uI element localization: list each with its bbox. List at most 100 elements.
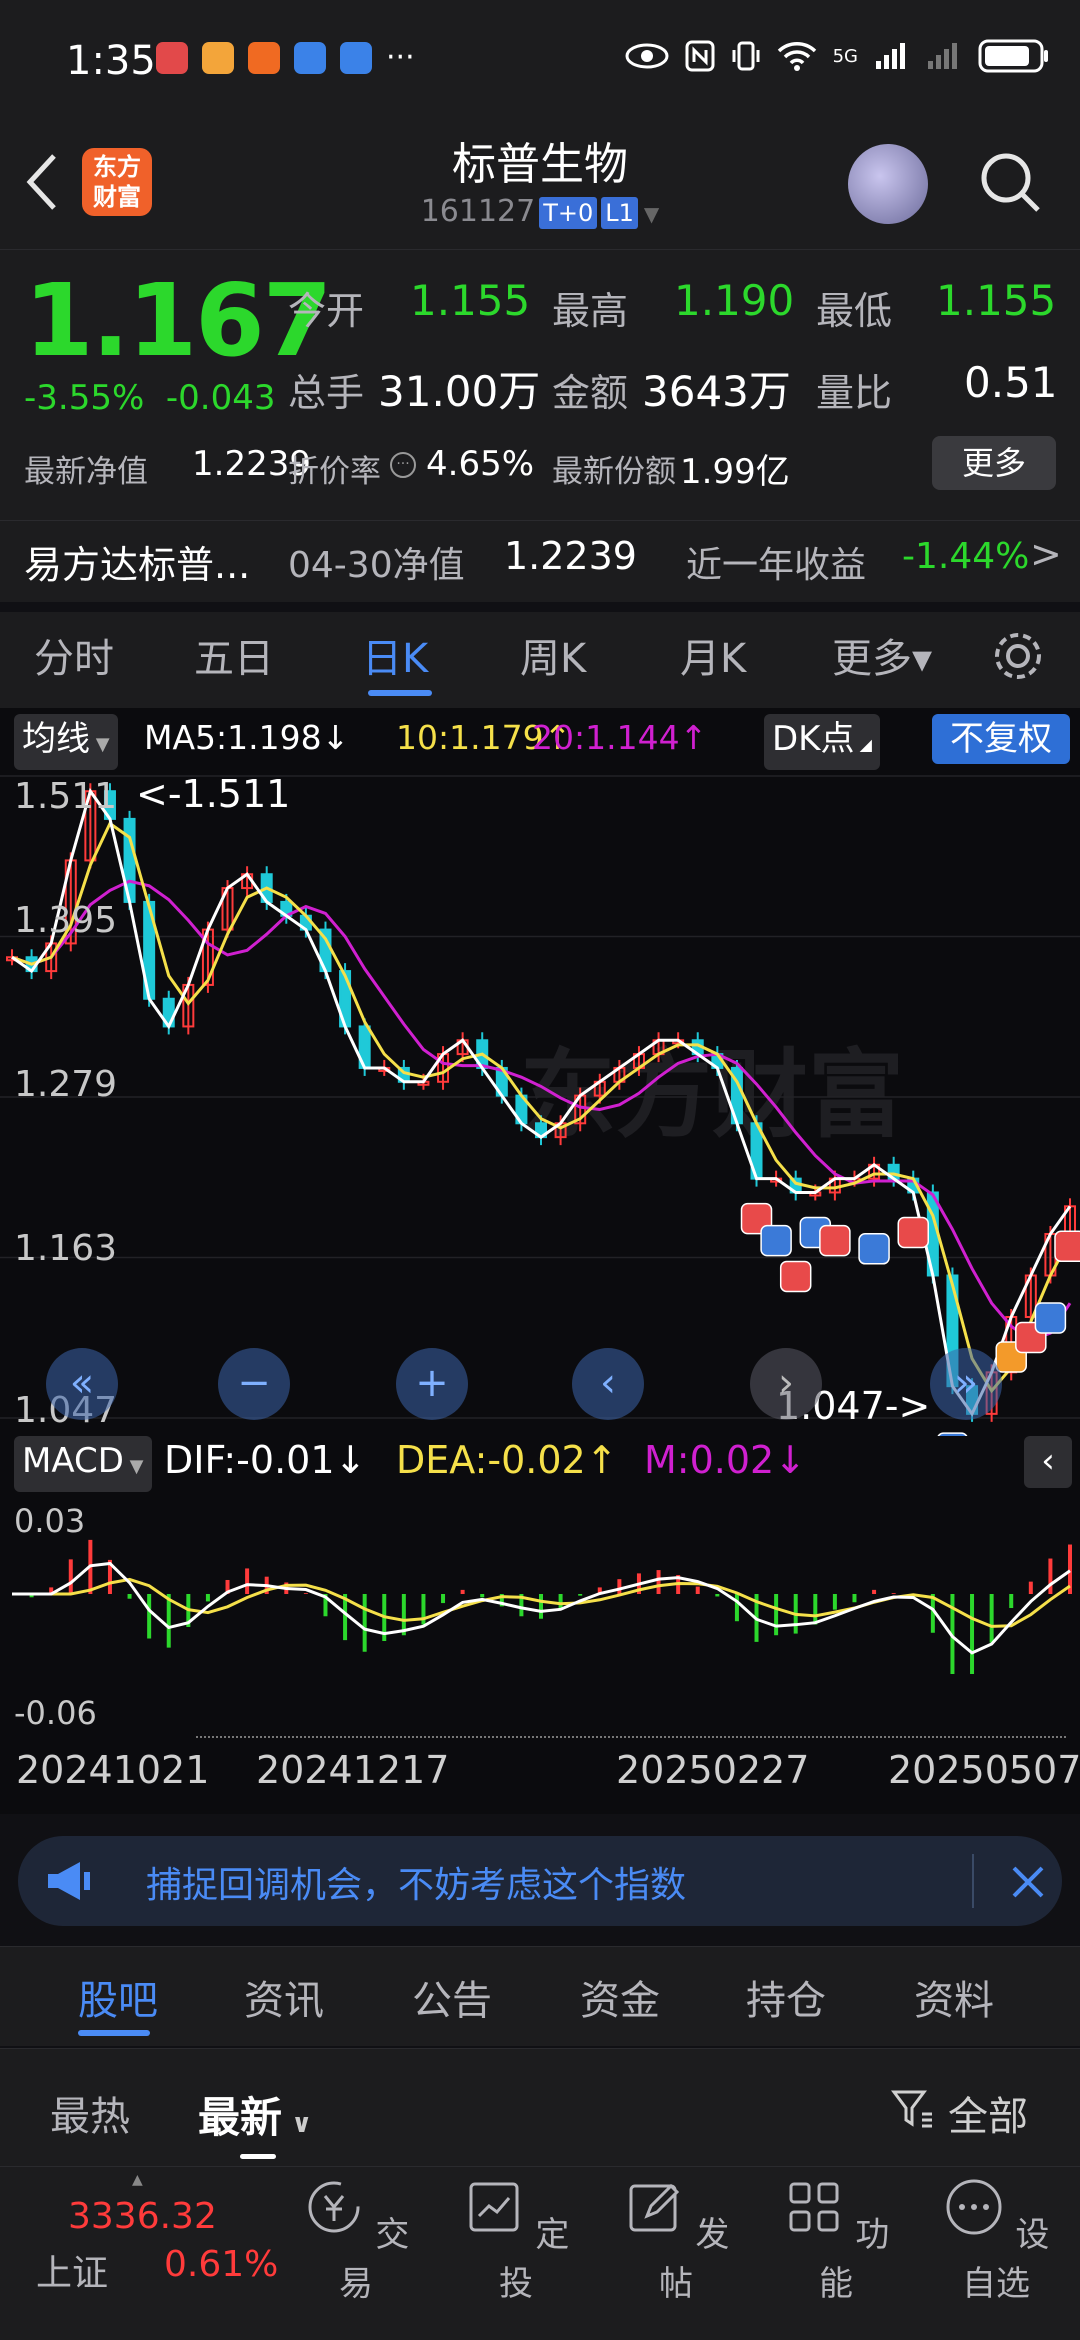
tab-weekly-k[interactable]: 周K — [520, 626, 586, 684]
close-icon[interactable] — [1008, 1862, 1048, 1902]
fund-nav-value: 1.2239 — [504, 534, 637, 578]
zoom-in-button[interactable]: + — [396, 1348, 468, 1420]
y-label-2: 1.395 — [14, 900, 118, 941]
nav-fixed-invest[interactable]: 定投 — [456, 2176, 576, 2305]
adjust-type-button[interactable]: 不复权 — [932, 714, 1070, 764]
notification-icons: ··· — [156, 42, 415, 74]
vibrate-icon — [732, 41, 760, 71]
tab-holdings[interactable]: 持仓 — [746, 1968, 826, 2026]
scroll-end-button[interactable]: » — [930, 1348, 1002, 1420]
sort-hot[interactable]: 最热 — [50, 2084, 130, 2142]
collapse-panel-button[interactable]: ‹ — [1024, 1436, 1072, 1488]
yearly-return-value: -1.44% — [902, 536, 1030, 577]
signal-marker — [1054, 1230, 1080, 1263]
cloud-icon — [340, 42, 372, 74]
scroll-right-button[interactable]: › — [750, 1348, 822, 1420]
tab-news[interactable]: 资讯 — [244, 1968, 324, 2026]
assistant-robot-avatar[interactable] — [848, 144, 928, 224]
nav-add-watchlist[interactable]: 设自选 — [936, 2176, 1056, 2305]
signal-marker — [897, 1216, 930, 1249]
shares-value: 1.99亿 — [680, 452, 790, 492]
macd-selector[interactable]: MACD ▼ — [14, 1436, 152, 1492]
chart-grid — [0, 775, 1080, 1419]
zoom-out-button[interactable]: − — [218, 1348, 290, 1420]
status-right: 5G — [625, 38, 1050, 74]
dif-dir: ↓ — [334, 1438, 367, 1482]
info-icon[interactable]: ··· — [390, 452, 416, 478]
ma5-value: MA5:1.198↓ — [144, 718, 349, 757]
nav-post[interactable]: 发帖 — [616, 2176, 736, 2305]
settings-gear-icon[interactable] — [990, 628, 1046, 684]
sort-latest-label: 最新 — [198, 2093, 283, 2142]
open-label: 今开 — [288, 289, 365, 333]
macd-svg — [12, 1539, 1072, 1674]
ma20-text: 20:1.144 — [532, 718, 680, 757]
m-dir: ↓ — [774, 1438, 807, 1482]
stock-code: 161127 — [420, 194, 536, 229]
index-value[interactable]: 3336.32 — [68, 2196, 217, 2237]
more-notifications: ··· — [386, 40, 415, 75]
signal-marker — [1034, 1302, 1067, 1334]
chevron-right-icon: > — [1030, 532, 1062, 576]
dk-point-button[interactable]: DK点 ◢ — [764, 714, 880, 770]
low-label: 最低 — [816, 289, 893, 333]
signal-icon — [876, 43, 905, 69]
promo-banner[interactable]: 捕捉回调机会，不妨考虑这个指数 — [18, 1836, 1062, 1926]
l1-badge: L1 — [601, 197, 638, 229]
nav-trade[interactable]: 交易 — [296, 2176, 416, 2305]
x-label-2: 20241217 — [256, 1748, 450, 1792]
banner-divider — [972, 1854, 974, 1908]
tab-intraday[interactable]: 分时 — [34, 626, 114, 684]
tab-monthly-k[interactable]: 月K — [680, 626, 746, 684]
tab-profile[interactable]: 资料 — [914, 1968, 994, 2026]
ma5-text: MA5:1.198 — [144, 718, 322, 757]
amount-label: 金额 — [552, 371, 629, 415]
m-text: M:0.02 — [644, 1438, 775, 1482]
indicator-selector[interactable]: 均线 ▼ — [14, 714, 118, 770]
banner-text: 捕捉回调机会，不妨考虑这个指数 — [146, 1865, 687, 1906]
dk-label: DK点 — [772, 719, 855, 759]
signal-marker — [760, 1224, 792, 1257]
nav-label: 最新净值 — [24, 454, 148, 490]
sort-latest[interactable]: 最新 ∨ — [198, 2084, 312, 2145]
tab-forum[interactable]: 股吧 — [78, 1968, 158, 2026]
nfc-icon — [685, 40, 715, 72]
time-axis — [196, 1736, 1066, 1744]
more-quote-button[interactable]: 更多 — [932, 436, 1056, 490]
ma5-dir: ↓ — [321, 718, 350, 757]
signal-marker — [779, 1260, 812, 1293]
search-icon[interactable] — [976, 148, 1046, 218]
dea-dir: ↑ — [585, 1438, 618, 1482]
cloud-icon — [294, 42, 326, 74]
filter-all[interactable]: 全部 — [948, 2084, 1028, 2142]
tab-five-day[interactable]: 五日 — [194, 626, 274, 684]
megaphone-icon — [48, 1862, 90, 1900]
filter-icon[interactable] — [890, 2086, 934, 2130]
kline-svg: 东方财富 — [0, 775, 1080, 1436]
dea-value: DEA:-0.02↑ — [396, 1438, 618, 1482]
app-notification-icon — [248, 42, 280, 74]
low-value: 1.155 — [936, 276, 1057, 325]
volume-ratio-label: 量比 — [816, 371, 893, 415]
tab-more[interactable]: 更多▾ — [832, 626, 932, 684]
signal-marker — [858, 1233, 890, 1265]
yearly-return-label: 近一年收益 — [686, 545, 867, 586]
macd-histogram — [29, 1539, 1072, 1674]
tab-announcements[interactable]: 公告 — [412, 1968, 492, 2026]
m-value: M:0.02↓ — [644, 1438, 806, 1482]
nav-functions[interactable]: 功能 — [776, 2176, 896, 2305]
index-change: 0.61% — [164, 2244, 279, 2285]
collapse-up-icon[interactable]: ▲ — [132, 2172, 143, 2188]
tab-fund-flow[interactable]: 资金 — [580, 1968, 660, 2026]
index-name: 上证 — [36, 2253, 109, 2294]
weibo-icon — [202, 42, 234, 74]
tab-daily-k[interactable]: 日K — [362, 626, 428, 684]
current-price: 1.167 — [24, 262, 332, 379]
active-tab-indicator — [368, 690, 432, 696]
trade-icon — [308, 2181, 360, 2233]
scroll-left-button[interactable]: ‹ — [572, 1348, 644, 1420]
ma10-text: 10:1.179 — [396, 718, 544, 757]
scroll-start-button[interactable]: « — [46, 1348, 118, 1420]
ma20-dir: ↑ — [679, 718, 708, 757]
ma20-value: 20:1.144↑ — [532, 718, 707, 757]
